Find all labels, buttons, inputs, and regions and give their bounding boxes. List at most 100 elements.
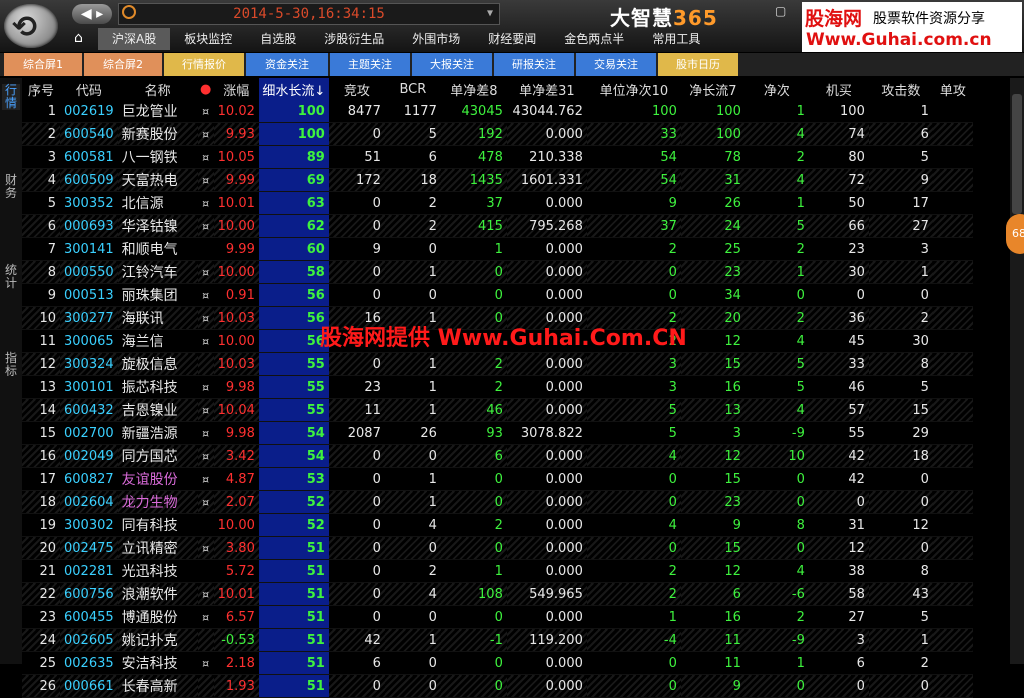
table-cell-0: 14 — [22, 398, 60, 422]
table-row[interactable]: 4 600509 天富热电 ¤ 9.99 69 172 18 1435 1601.331 54 31 4… — [22, 168, 973, 192]
table-row[interactable]: 24 002605 姚记扑克 -0.53 51 42 1 -1 119.200 -4 11 -9 3 1 — [22, 628, 973, 652]
table-row[interactable]: 17 600827 友谊股份 ¤ 4.87 53 0 1 0 0.000 0 15 0 42 0 — [22, 467, 973, 491]
table-cell-7: 1 — [384, 490, 441, 514]
table-cell-13: 12 — [808, 536, 869, 560]
menu-item-2[interactable]: 自选股 — [246, 28, 310, 50]
table-cell-1: 300277 — [60, 306, 118, 330]
tab-0[interactable]: 综合屏1 — [4, 53, 82, 76]
table-row[interactable]: 2 600540 新赛股份 ¤ 9.93 100 0 5 192 0.000 33 100 4 74 6 — [22, 122, 973, 146]
header-cell-14[interactable]: 攻击数 — [868, 78, 933, 100]
table-cell-11: 34 — [680, 283, 745, 307]
table-row[interactable]: 16 002049 同方国芯 ¤ 3.42 54 0 0 6 0.000 4 12 10 42 18 — [22, 444, 973, 468]
left-nav-2[interactable]: 统计 — [2, 264, 20, 290]
header-cell-4[interactable]: 涨幅 — [213, 78, 259, 100]
table-cell-0: 5 — [22, 191, 60, 215]
header-cell-0[interactable]: 序号 — [22, 78, 60, 100]
side-float-badge[interactable]: 68 — [1006, 214, 1024, 254]
menu-item-3[interactable]: 涉股衍生品 — [310, 28, 398, 50]
table-cell-3: ¤ — [197, 582, 214, 606]
table-row[interactable]: 8 000550 江铃汽车 ¤ 10.00 58 0 1 0 0.000 0 23 1 30 1 — [22, 260, 973, 284]
table-row[interactable]: 5 300352 北信源 ¤ 10.01 63 0 2 37 0.000 9 26 1 50 17 — [22, 191, 973, 215]
table-row[interactable]: 13 300101 振芯科技 ¤ 9.98 55 23 1 2 0.000 3 16 5 46 5 — [22, 375, 973, 399]
left-nav-3[interactable]: 指标 — [2, 352, 20, 378]
scrollbar-thumb[interactable] — [1012, 94, 1022, 214]
table-row[interactable]: 15 002700 新疆浩源 ¤ 9.98 54 2087 26 93 3078.822 5 3 -9 5… — [22, 421, 973, 445]
table-row[interactable]: 14 600432 吉恩镍业 ¤ 10.04 55 11 1 46 0.000 5 13 4 57 15 — [22, 398, 973, 422]
tab-2[interactable]: 行情报价 — [164, 53, 244, 76]
title-bar: ⟲ ◀ ▸ 2014-5-30,16:34:15 ▼ 大智慧365 ▢ 股海网 … — [0, 0, 1024, 52]
home-icon[interactable]: ⌂ — [74, 30, 90, 46]
table-cell-4: -0.53 — [213, 628, 259, 652]
table-cell-15 — [932, 145, 973, 169]
table-row[interactable]: 12 300324 旋极信息 10.03 55 0 1 2 0.000 3 15 5 33 8 — [22, 352, 973, 376]
brand-title: 大智慧365 — [610, 6, 718, 30]
table-cell-13: 100 — [808, 100, 869, 123]
table-row[interactable]: 22 600756 浪潮软件 ¤ 10.01 51 0 4 108 549.965 2 6 -6 58 43 — [22, 582, 973, 606]
table-cell-8: 478 — [440, 145, 507, 169]
table-cell-7: 1 — [384, 467, 441, 491]
header-cell-6[interactable]: 竞攻 — [328, 78, 385, 100]
menu-item-0[interactable]: 沪深A股 — [98, 28, 171, 50]
table-cell-13: 66 — [808, 214, 869, 238]
vertical-scrollbar[interactable] — [1010, 78, 1024, 664]
header-cell-9[interactable]: 单净差31 — [506, 78, 587, 100]
table-cell-9: 0.000 — [506, 122, 587, 146]
menu-item-1[interactable]: 板块监控 — [170, 28, 246, 50]
table-cell-7: 0 — [384, 444, 441, 468]
back-forward-button[interactable]: ◀ ▸ — [72, 4, 112, 24]
table-cell-10: 4 — [586, 513, 681, 537]
header-cell-8[interactable]: 单净差8 — [440, 78, 507, 100]
menu-item-4[interactable]: 外围市场 — [398, 28, 474, 50]
table-row[interactable]: 26 000661 长春高新 1.93 51 0 0 0 0.000 0 9 0 0 0 — [22, 674, 973, 698]
tab-3[interactable]: 资金关注 — [246, 53, 328, 76]
table-row[interactable]: 1 002619 巨龙管业 ¤ 10.02 100 8477 1177 43045 43044.7… — [22, 100, 973, 123]
left-nav-1[interactable]: 财务 — [2, 174, 20, 200]
tab-7[interactable]: 交易关注 — [576, 53, 656, 76]
tab-5[interactable]: 大报关注 — [412, 53, 492, 76]
table-cell-3: ¤ — [197, 329, 214, 353]
table-cell-4: 5.72 — [213, 559, 259, 583]
table-row[interactable]: 9 000513 丽珠集团 ¤ 0.91 56 0 0 0 0.000 0 34 0 0 0 — [22, 283, 973, 307]
table-cell-15 — [932, 651, 973, 675]
menu-item-7[interactable]: 常用工具 — [638, 28, 714, 50]
table-cell-13: 55 — [808, 421, 869, 445]
header-cell-13[interactable]: 机买 — [808, 78, 869, 100]
header-cell-7[interactable]: BCR — [384, 78, 441, 100]
table-cell-2: 天富热电 — [117, 168, 198, 192]
search-icon[interactable] — [122, 5, 136, 19]
table-row[interactable]: 20 002475 立讯精密 ¤ 3.80 51 0 0 0 0.000 0 15 0 12 0 — [22, 536, 973, 560]
table-row[interactable]: 6 000693 华泽钴镍 ¤ 10.00 62 0 2 415 795.268 37 24 5 66 27 — [22, 214, 973, 238]
table-row[interactable]: 21 002281 光迅科技 5.72 51 0 2 1 0.000 2 12 4 38 8 — [22, 559, 973, 583]
left-nav-0[interactable]: 行情 — [2, 84, 20, 110]
table-row[interactable]: 23 600455 博通股份 ¤ 6.57 51 0 0 0 0.000 1 16 2 27 5 — [22, 605, 973, 629]
menu-item-5[interactable]: 财经要闻 — [474, 28, 550, 50]
header-cell-1[interactable]: 代码 — [60, 78, 118, 100]
table-row[interactable]: 7 300141 和顺电气 9.99 60 9 0 1 0.000 2 25 2 23 3 — [22, 237, 973, 261]
table-row[interactable]: 3 600581 八一钢铁 ¤ 10.05 89 51 6 478 210.338 54 78 2 80 5 — [22, 145, 973, 169]
header-cell-15[interactable]: 单攻 — [932, 78, 973, 100]
header-cell-2[interactable]: 名称 — [117, 78, 198, 100]
chevron-down-icon[interactable]: ▼ — [487, 4, 493, 24]
table-row[interactable]: 25 002635 安洁科技 ¤ 2.18 51 6 0 0 0.000 0 11 1 6 2 — [22, 651, 973, 675]
search-datetime-box[interactable]: 2014-5-30,16:34:15 ▼ — [118, 3, 500, 25]
table-cell-13: 30 — [808, 260, 869, 284]
header-cell-11[interactable]: 净长流7 — [680, 78, 745, 100]
table-cell-9: 549.965 — [506, 582, 587, 606]
tab-6[interactable]: 研报关注 — [494, 53, 574, 76]
app-logo[interactable]: ⟲ — [4, 4, 58, 48]
table-cell-15 — [932, 191, 973, 215]
header-cell-5[interactable]: 细水长流↓ — [258, 78, 329, 100]
menu-item-6[interactable]: 金色两点半 — [550, 28, 638, 50]
tab-4[interactable]: 主题关注 — [330, 53, 410, 76]
tab-8[interactable]: 股市日历 — [658, 53, 738, 76]
table-cell-12: -9 — [744, 421, 809, 445]
tab-1[interactable]: 综合屏2 — [84, 53, 162, 76]
header-cell-12[interactable]: 净次 — [744, 78, 809, 100]
header-cell-10[interactable]: 单位净次10 — [586, 78, 681, 100]
window-controls[interactable]: ▢ — [775, 4, 786, 18]
table-row[interactable]: 18 002604 龙力生物 ¤ 2.07 52 0 1 0 0.000 0 23 0 0 0 — [22, 490, 973, 514]
header-cell-3[interactable]: ● — [197, 78, 214, 100]
table-cell-6: 23 — [328, 375, 385, 399]
table-row[interactable]: 19 300302 同有科技 10.00 52 0 4 2 0.000 4 9 8 31 12 — [22, 513, 973, 537]
table-cell-1: 002619 — [60, 100, 118, 123]
